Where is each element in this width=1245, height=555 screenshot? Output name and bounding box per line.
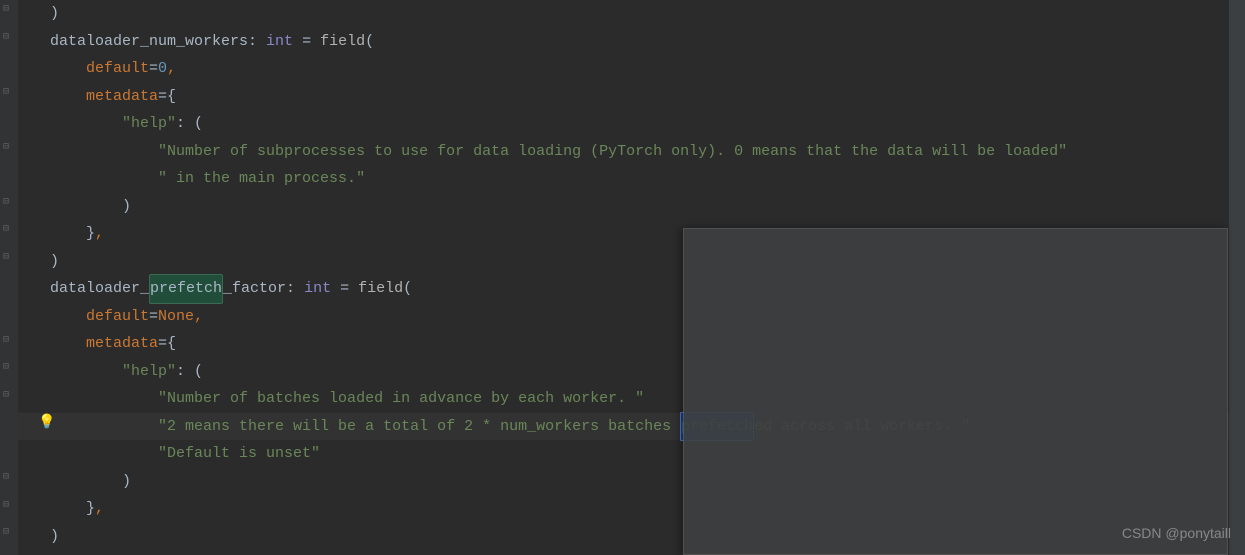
identifier: dataloader_ — [50, 275, 149, 303]
indent — [50, 413, 158, 441]
kwarg: default — [86, 303, 149, 331]
code-line: "Number of subprocesses to use for data … — [50, 138, 1229, 166]
fold-marker[interactable]: ⊟ — [3, 254, 15, 262]
fold-marker[interactable]: ⊟ — [3, 502, 15, 510]
colon: : ( — [176, 110, 203, 138]
operator: = — [149, 303, 158, 331]
string: "help" — [122, 358, 176, 386]
fold-marker[interactable]: ⊟ — [3, 529, 15, 537]
fold-marker[interactable]: ⊟ — [3, 337, 15, 345]
paren: ( — [365, 28, 374, 56]
indent — [50, 55, 86, 83]
brace: { — [167, 83, 176, 111]
indent — [50, 303, 86, 331]
indent — [50, 358, 122, 386]
fold-marker[interactable]: ⊟ — [3, 89, 15, 97]
code-area[interactable]: 💡 ) dataloader_num_workers: int = field(… — [18, 0, 1230, 555]
fold-marker[interactable]: ⊟ — [3, 474, 15, 482]
indent — [50, 385, 158, 413]
brace: } — [86, 495, 95, 523]
indent — [50, 468, 122, 496]
fold-marker[interactable]: ⊟ — [3, 6, 15, 14]
indent — [50, 165, 158, 193]
search-match: prefetch — [149, 274, 223, 304]
function-call: field — [320, 28, 365, 56]
none-literal: None — [158, 303, 194, 331]
code-line: ) — [50, 193, 1229, 221]
comma: , — [95, 220, 104, 248]
kwarg: metadata — [86, 83, 158, 111]
string: "help" — [122, 110, 176, 138]
indent — [50, 138, 158, 166]
fold-marker[interactable]: ⊟ — [3, 199, 15, 207]
indent — [50, 330, 86, 358]
comma: , — [95, 495, 104, 523]
paren: ) — [50, 0, 59, 28]
string: "Default is unset" — [158, 440, 320, 468]
indent — [50, 495, 86, 523]
lightbulb-icon[interactable]: 💡 — [38, 410, 52, 424]
number: 0 — [158, 55, 167, 83]
indent — [50, 193, 122, 221]
indent — [50, 83, 86, 111]
type: int — [266, 28, 293, 56]
fold-marker[interactable]: ⊟ — [3, 392, 15, 400]
type: int — [304, 275, 331, 303]
paren: ) — [50, 248, 59, 276]
indent — [50, 110, 122, 138]
brace: } — [86, 220, 95, 248]
fold-marker[interactable]: ⊟ — [3, 226, 15, 234]
string: " in the main process." — [158, 165, 365, 193]
identifier: dataloader_num_workers: — [50, 28, 266, 56]
comma: , — [167, 55, 176, 83]
fold-marker[interactable]: ⊟ — [3, 364, 15, 372]
operator: = — [331, 275, 358, 303]
code-line: " in the main process." — [50, 165, 1229, 193]
paren: ) — [122, 468, 131, 496]
documentation-popup[interactable] — [683, 228, 1228, 555]
code-line: "help": ( — [50, 110, 1229, 138]
code-line: default=0, — [50, 55, 1229, 83]
fold-marker[interactable]: ⊟ — [3, 144, 15, 152]
string: "Number of batches loaded in advance by … — [158, 385, 644, 413]
kwarg: metadata — [86, 330, 158, 358]
fold-marker[interactable]: ⊟ — [3, 34, 15, 42]
string: "2 means there will be a total of 2 * nu… — [158, 413, 680, 441]
code-line: ) — [50, 0, 1229, 28]
function-call: field — [358, 275, 403, 303]
gutter: ⊟ ⊟ ⊟ ⊟ ⊟ ⊟ ⊟ ⊟ ⊟ ⊟ ⊟ ⊟ ⊟ — [0, 0, 18, 555]
indent — [50, 220, 86, 248]
watermark: CSDN @ponytaill — [1122, 520, 1231, 548]
code-line: dataloader_num_workers: int = field( — [50, 28, 1229, 56]
identifier: _factor: — [223, 275, 304, 303]
string: "Number of subprocesses to use for data … — [158, 138, 1067, 166]
kwarg: default — [86, 55, 149, 83]
operator: = — [293, 28, 320, 56]
scrollbar[interactable] — [1230, 0, 1245, 555]
operator: = — [158, 330, 167, 358]
operator: = — [149, 55, 158, 83]
brace: { — [167, 330, 176, 358]
identifier-part: prefetch — [150, 280, 222, 297]
code-line: metadata={ — [50, 83, 1229, 111]
paren: ) — [50, 523, 59, 551]
indent — [50, 440, 158, 468]
paren: ) — [122, 193, 131, 221]
operator: = — [158, 83, 167, 111]
colon: : ( — [176, 358, 203, 386]
paren: ( — [403, 275, 412, 303]
editor-container: ⊟ ⊟ ⊟ ⊟ ⊟ ⊟ ⊟ ⊟ ⊟ ⊟ ⊟ ⊟ ⊟ 💡 ) dataloader… — [0, 0, 1245, 555]
comma: , — [194, 303, 203, 331]
